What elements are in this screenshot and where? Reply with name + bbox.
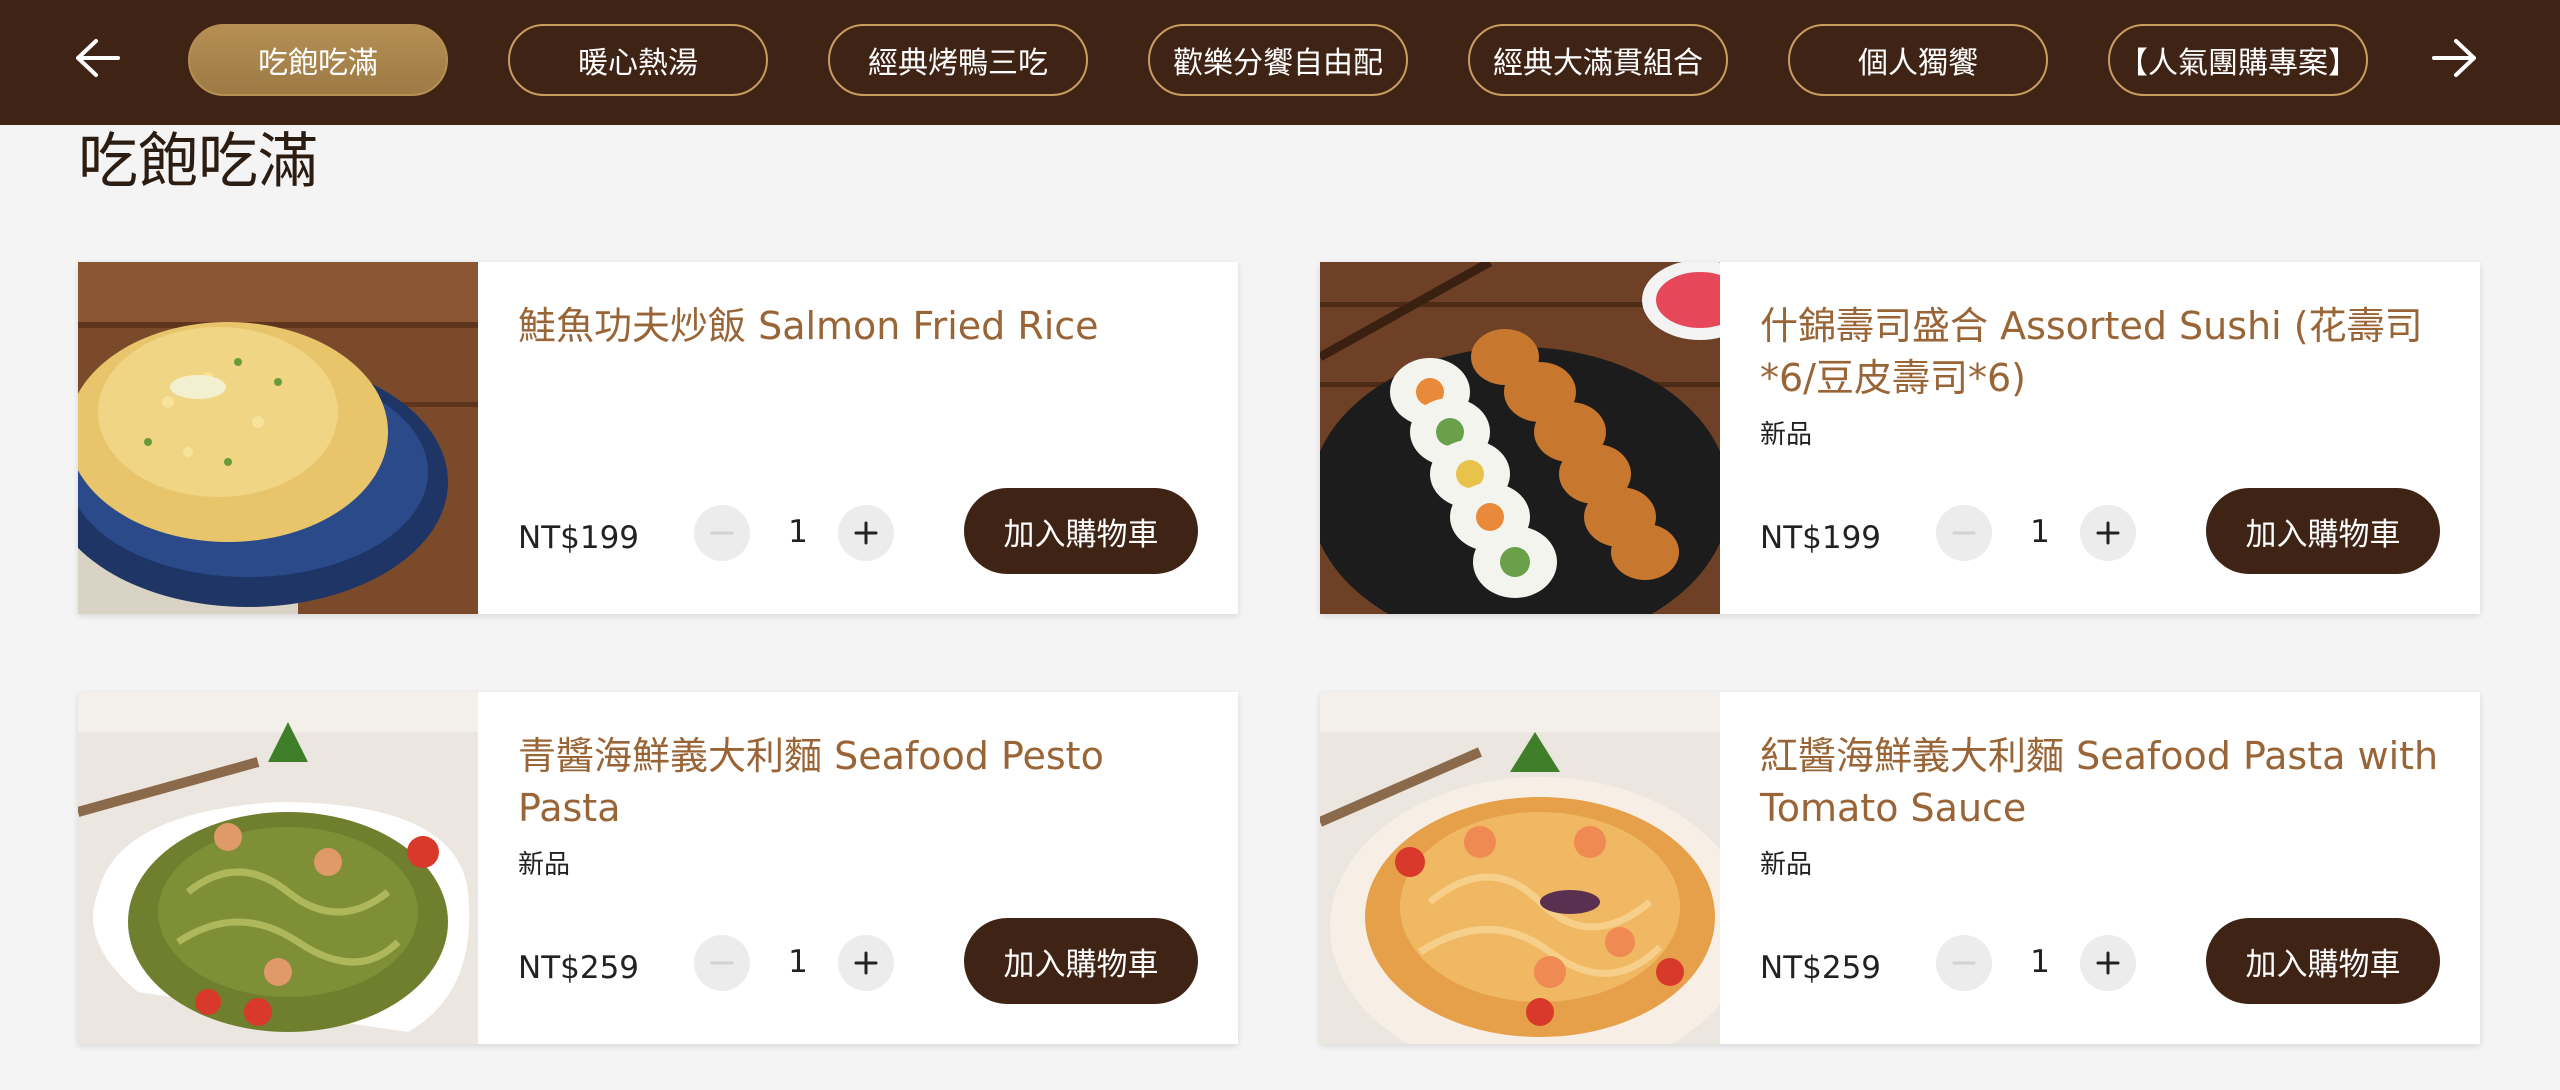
increase-quantity-button[interactable] [2080,935,2136,991]
product-price: NT$259 [518,950,640,986]
quantity-value: 1 [788,514,808,550]
tab-2[interactable]: 經典烤鴨三吃 [828,24,1088,96]
increase-quantity-button[interactable] [838,505,894,561]
sushi-image[interactable] [1320,262,1720,614]
minus-icon [1952,531,1976,535]
add-to-cart-button[interactable]: 加入購物車 [2206,918,2440,1004]
decrease-quantity-button[interactable] [694,935,750,991]
tab-0[interactable]: 吃飽吃滿 [188,24,448,96]
category-tabs: 吃飽吃滿 暖心熱湯 經典烤鴨三吃 歡樂分饗自由配 經典大滿貫組合 個人獨饗 【人… [180,0,2368,125]
arrow-right-icon [2432,39,2476,77]
nav-prev-button[interactable] [62,28,132,88]
product-badge: 新品 [1760,420,1813,450]
add-to-cart-button[interactable]: 加入購物車 [964,488,1198,574]
tab-6[interactable]: 【人氣團購專案】 [2108,24,2368,96]
tab-1[interactable]: 暖心熱湯 [508,24,768,96]
minus-icon [710,531,734,535]
plus-icon [854,521,878,545]
decrease-quantity-button[interactable] [1936,935,1992,991]
add-to-cart-button[interactable]: 加入購物車 [964,918,1198,1004]
quantity-value: 1 [2030,514,2050,550]
minus-icon [1952,961,1976,965]
product-name: 鮭魚功夫炒飯 Salmon Fried Rice [518,304,1099,348]
section-title: 吃飽吃滿 [78,127,318,197]
product-name: 什錦壽司盛合 Assorted Sushi (花壽司*6/豆皮壽司*6) [1760,304,2423,400]
category-nav-bar: 吃飽吃滿 暖心熱湯 經典烤鴨三吃 歡樂分饗自由配 經典大滿貫組合 個人獨饗 【人… [0,0,2560,125]
product-price: NT$199 [518,520,640,556]
product-badge: 新品 [1760,850,1813,880]
fried-rice-image[interactable] [78,262,478,614]
plus-icon [854,951,878,975]
tab-5[interactable]: 個人獨饗 [1788,24,2048,96]
product-card: 青醬海鮮義大利麵 Seafood Pesto Pasta 新品 NT$259 1… [78,692,1238,1044]
plus-icon [2096,521,2120,545]
quantity-value: 1 [2030,944,2050,980]
product-card: 鮭魚功夫炒飯 Salmon Fried Rice NT$199 1 加入購物車 [78,262,1238,614]
product-badge: 新品 [518,850,571,880]
nav-next-button[interactable] [2420,28,2490,88]
quantity-value: 1 [788,944,808,980]
decrease-quantity-button[interactable] [1936,505,1992,561]
increase-quantity-button[interactable] [2080,505,2136,561]
plus-icon [2096,951,2120,975]
arrow-left-icon [76,39,120,77]
product-name: 紅醬海鮮義大利麵 Seafood Pasta with Tomato Sauce [1760,734,2439,830]
pesto-pasta-image[interactable] [78,692,478,1044]
product-name: 青醬海鮮義大利麵 Seafood Pesto Pasta [518,734,1104,830]
add-to-cart-button[interactable]: 加入購物車 [2206,488,2440,574]
product-card: 紅醬海鮮義大利麵 Seafood Pasta with Tomato Sauce… [1320,692,2480,1044]
tab-3[interactable]: 歡樂分饗自由配 [1148,24,1408,96]
minus-icon [710,961,734,965]
decrease-quantity-button[interactable] [694,505,750,561]
tab-4[interactable]: 經典大滿貫組合 [1468,24,1728,96]
product-price: NT$199 [1760,520,1882,556]
product-price: NT$259 [1760,950,1882,986]
product-card: 什錦壽司盛合 Assorted Sushi (花壽司*6/豆皮壽司*6) 新品 … [1320,262,2480,614]
increase-quantity-button[interactable] [838,935,894,991]
tomato-pasta-image[interactable] [1320,692,1720,1044]
